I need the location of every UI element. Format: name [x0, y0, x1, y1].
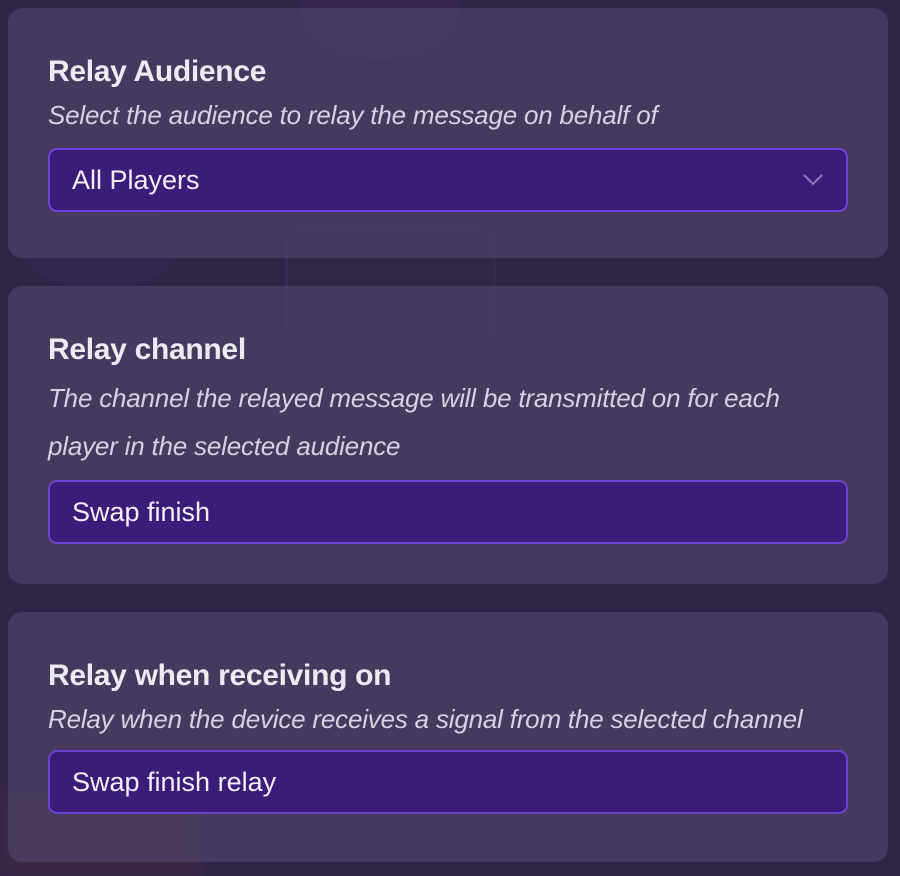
- chevron-down-icon: [803, 174, 823, 186]
- relay-audience-section: Relay Audience Select the audience to re…: [8, 8, 888, 258]
- relay-channel-title: Relay channel: [48, 333, 246, 366]
- relay-channel-input[interactable]: Swap finish: [48, 480, 848, 544]
- relay-receiving-value: Swap finish relay: [72, 766, 277, 797]
- relay-channel-value: Swap finish: [72, 496, 211, 527]
- relay-audience-selected-value: All Players: [72, 164, 200, 195]
- relay-receiving-section: Relay when receiving on Relay when the d…: [8, 612, 888, 862]
- relay-channel-section: Relay channel The channel the relayed me…: [8, 286, 888, 584]
- relay-receiving-description: Relay when the device receives a signal …: [48, 704, 803, 734]
- relay-audience-title: Relay Audience: [48, 55, 267, 88]
- relay-receiving-input[interactable]: Swap finish relay: [48, 750, 848, 814]
- relay-audience-dropdown[interactable]: All Players: [48, 148, 848, 212]
- relay-channel-description: The channel the relayed message will be …: [48, 383, 780, 461]
- relay-audience-description: Select the audience to relay the message…: [48, 100, 658, 130]
- relay-receiving-title: Relay when receiving on: [48, 659, 392, 692]
